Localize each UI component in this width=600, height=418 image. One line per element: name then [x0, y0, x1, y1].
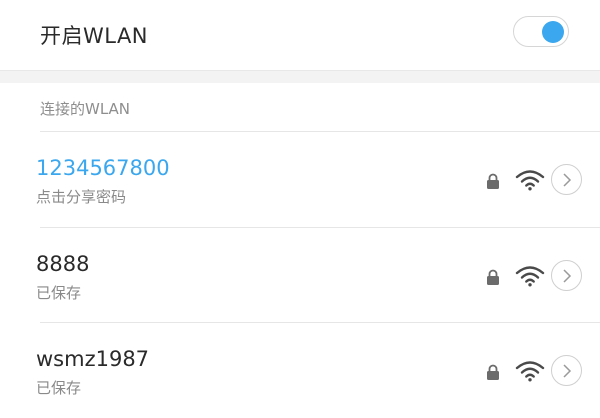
network-row-wsmz1987[interactable]: wsmz1987 已保存 — [0, 323, 600, 418]
network-subtitle: 点击分享密码 — [36, 188, 127, 206]
network-subtitle: 已保存 — [36, 379, 82, 397]
chevron-right-icon — [563, 269, 572, 283]
network-name: wsmz1987 — [36, 347, 150, 371]
network-details-button[interactable] — [551, 164, 582, 195]
wifi-icon — [515, 361, 545, 382]
chevron-right-icon — [563, 173, 572, 187]
wifi-icon — [515, 170, 545, 191]
network-row-8888[interactable]: 8888 已保存 — [0, 228, 600, 323]
network-name: 1234567800 — [36, 156, 170, 180]
network-details-button[interactable] — [551, 355, 582, 386]
lock-icon — [487, 173, 499, 189]
wlan-toggle-row[interactable]: 开启WLAN — [0, 0, 600, 70]
wlan-switch[interactable] — [513, 16, 569, 47]
network-subtitle: 已保存 — [36, 284, 82, 302]
section-gap — [0, 70, 600, 83]
connected-wlan-header: 连接的WLAN — [40, 100, 131, 118]
lock-icon — [487, 364, 499, 380]
network-details-button[interactable] — [551, 260, 582, 291]
wlan-toggle-label: 开启WLAN — [40, 24, 149, 48]
wifi-icon — [515, 266, 545, 287]
network-name: 8888 — [36, 252, 90, 276]
lock-icon — [487, 269, 499, 285]
network-row-1234567800[interactable]: 1234567800 点击分享密码 — [0, 132, 600, 227]
switch-knob — [542, 21, 564, 43]
chevron-right-icon — [563, 364, 572, 378]
